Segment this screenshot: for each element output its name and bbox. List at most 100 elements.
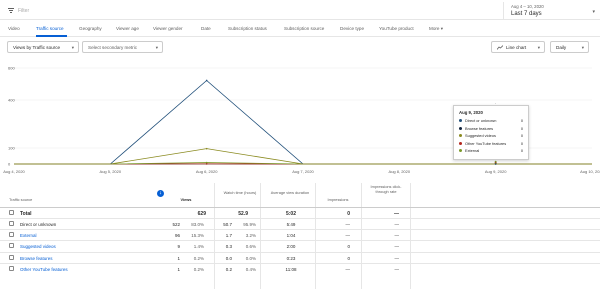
table-row[interactable]: Browse features 1 0.2% 0.0 0.0% 0:23 0 — <box>0 251 600 263</box>
header-impressions[interactable]: Impressions <box>318 197 358 202</box>
watch-time-value: 0.0 <box>225 255 232 261</box>
views-percent: 83.0% <box>191 222 204 227</box>
chart-type-dropdown[interactable]: Line chart ▾ <box>491 41 545 53</box>
tooltip-series-value: 0 <box>520 118 523 123</box>
tab-more[interactable]: More ▾ <box>429 26 443 32</box>
tooltip-series-value: 0 <box>520 125 523 131</box>
y-tick-label: 600 <box>8 66 15 71</box>
secondary-metric-dropdown[interactable]: Select secondary metric ▾ <box>82 41 163 53</box>
y-tick-label: 0 <box>8 162 11 167</box>
tooltip-series-value: 0 <box>520 133 523 138</box>
metric-dropdown-label: Views by Traffic source <box>13 45 61 50</box>
source-name[interactable]: External <box>20 233 37 238</box>
header-ctr[interactable]: Impressions click-through rate <box>364 184 408 194</box>
chevron-down-icon: ▾ <box>440 26 444 31</box>
impressions-value: 0 <box>347 255 350 261</box>
tooltip-series-label: Other YouTube features <box>465 140 507 146</box>
tab-youtube-product[interactable]: YouTube product <box>379 26 414 31</box>
tooltip-series-value: 0 <box>520 148 523 153</box>
tab-geography[interactable]: Geography <box>79 26 102 31</box>
total-views: 629 <box>197 211 206 217</box>
tooltip-row: Suggested videos 0 <box>459 133 523 141</box>
tab-viewer-age[interactable]: Viewer age <box>116 26 139 31</box>
source-name: Direct or unknown <box>20 222 57 227</box>
source-name[interactable]: Other YouTube features <box>20 267 68 272</box>
watch-time-percent: 0.4% <box>245 266 256 272</box>
avg-duration-value: 11:08 <box>285 266 297 272</box>
filter-input[interactable] <box>18 6 458 15</box>
active-tab-indicator <box>36 35 67 37</box>
table-row[interactable]: Direct or unknown 522 83.0% 50.7 95.9% 5:49 — — <box>0 218 600 229</box>
tab-subscription-status[interactable]: Subscription status <box>228 26 267 31</box>
tooltip-row: External 0 <box>459 148 523 156</box>
header-traffic-source[interactable]: Traffic source <box>9 197 32 202</box>
tooltip-series-label: Direct or unknown <box>465 118 497 123</box>
tab-subscription-source[interactable]: Subscription source <box>284 26 324 31</box>
views-percent: 1.4% <box>193 244 204 250</box>
x-tick-label: Aug 6, 2020 <box>196 169 218 174</box>
views-percent: 0.2% <box>193 266 204 272</box>
row-checkbox[interactable] <box>9 254 14 260</box>
x-tick-label: Aug 7, 2020 <box>292 169 314 174</box>
hover-point <box>494 160 497 163</box>
series-color-dot <box>459 149 462 152</box>
row-checkbox[interactable] <box>9 243 14 249</box>
row-checkbox[interactable] <box>9 221 14 226</box>
row-checkbox[interactable] <box>9 265 14 271</box>
tooltip-date: Aug 9, 2020 <box>459 110 483 115</box>
interval-dropdown[interactable]: Daily ▾ <box>550 41 589 53</box>
table-row[interactable]: Suggested videos 9 1.4% 0.3 0.6% 2:00 0 — <box>0 240 600 251</box>
avg-duration-value: 1:04 <box>286 233 296 239</box>
views-value: 96 <box>174 233 180 239</box>
total-avg-duration: 5:02 <box>285 211 296 217</box>
views-value: 1 <box>177 255 180 261</box>
views-value: 522 <box>172 222 180 227</box>
row-checkbox[interactable] <box>9 232 14 238</box>
filter-bar: Aug 4 – 10, 2020 Last 7 days ▾ <box>0 0 600 20</box>
ctr-value: — <box>394 244 400 250</box>
tab-viewer-gender[interactable]: Viewer gender <box>153 26 183 31</box>
interval-label: Daily <box>556 45 567 50</box>
tab-traffic-source[interactable]: Traffic source <box>36 26 64 31</box>
header-views[interactable]: Views <box>176 197 196 202</box>
watch-time-percent: 0.0% <box>245 255 256 261</box>
watch-time-value: 0.2 <box>225 266 232 272</box>
ctr-value: — <box>394 233 400 239</box>
date-range-text: Aug 4 – 10, 2020 <box>511 4 544 9</box>
filter-icon[interactable] <box>8 8 14 13</box>
views-value: 1 <box>177 266 180 272</box>
sort-icon[interactable]: ↓ <box>157 190 164 197</box>
chevron-down-icon: ▾ <box>592 9 595 15</box>
chevron-down-icon: ▾ <box>155 45 158 50</box>
series-color-dot <box>459 134 462 137</box>
row-checkbox[interactable] <box>9 210 14 215</box>
data-point <box>205 161 208 164</box>
tab-more-label: More <box>429 26 440 31</box>
header-avg-view-duration[interactable]: Average view duration <box>264 190 316 195</box>
chevron-down-icon: ▾ <box>581 45 584 50</box>
tooltip-series-label: Browse features <box>465 125 494 131</box>
tab-device-type[interactable]: Device type <box>340 26 364 31</box>
views-percent: 15.3% <box>191 233 204 239</box>
date-range-picker[interactable]: Aug 4 – 10, 2020 Last 7 days ▾ <box>503 2 600 20</box>
data-point <box>205 79 208 82</box>
avg-duration-value: 2:00 <box>286 244 296 250</box>
series-color-dot <box>459 126 462 130</box>
table-row[interactable]: Other YouTube features 1 0.2% 0.2 0.4% 11:08 —… <box>0 262 600 274</box>
metric-dropdown[interactable]: Views by Traffic source ▾ <box>7 41 79 53</box>
tooltip-row: Other YouTube features 0 <box>459 141 523 149</box>
dimension-tabs: Video Traffic source Geography Viewer ag… <box>0 20 600 37</box>
source-name[interactable]: Browse features <box>20 256 53 261</box>
chevron-down-icon: ▾ <box>537 45 540 50</box>
table-row[interactable]: External 96 15.3% 1.7 3.2% 1:04 — — <box>0 229 600 240</box>
watch-time-value: 50.7 <box>223 222 232 227</box>
tooltip-series-label: External <box>465 148 480 153</box>
header-watch-time[interactable]: Watch time (hours) <box>222 190 258 195</box>
ctr-value: — <box>394 266 400 272</box>
tab-date[interactable]: Date <box>201 26 211 31</box>
watch-time-value: 0.3 <box>225 244 232 250</box>
impressions-value: 0 <box>347 244 350 250</box>
tab-video[interactable]: Video <box>8 26 20 31</box>
source-name[interactable]: Suggested videos <box>20 244 56 249</box>
chart-tooltip: Aug 9, 2020 Direct or unknown 0 Browse fea… <box>453 105 529 160</box>
